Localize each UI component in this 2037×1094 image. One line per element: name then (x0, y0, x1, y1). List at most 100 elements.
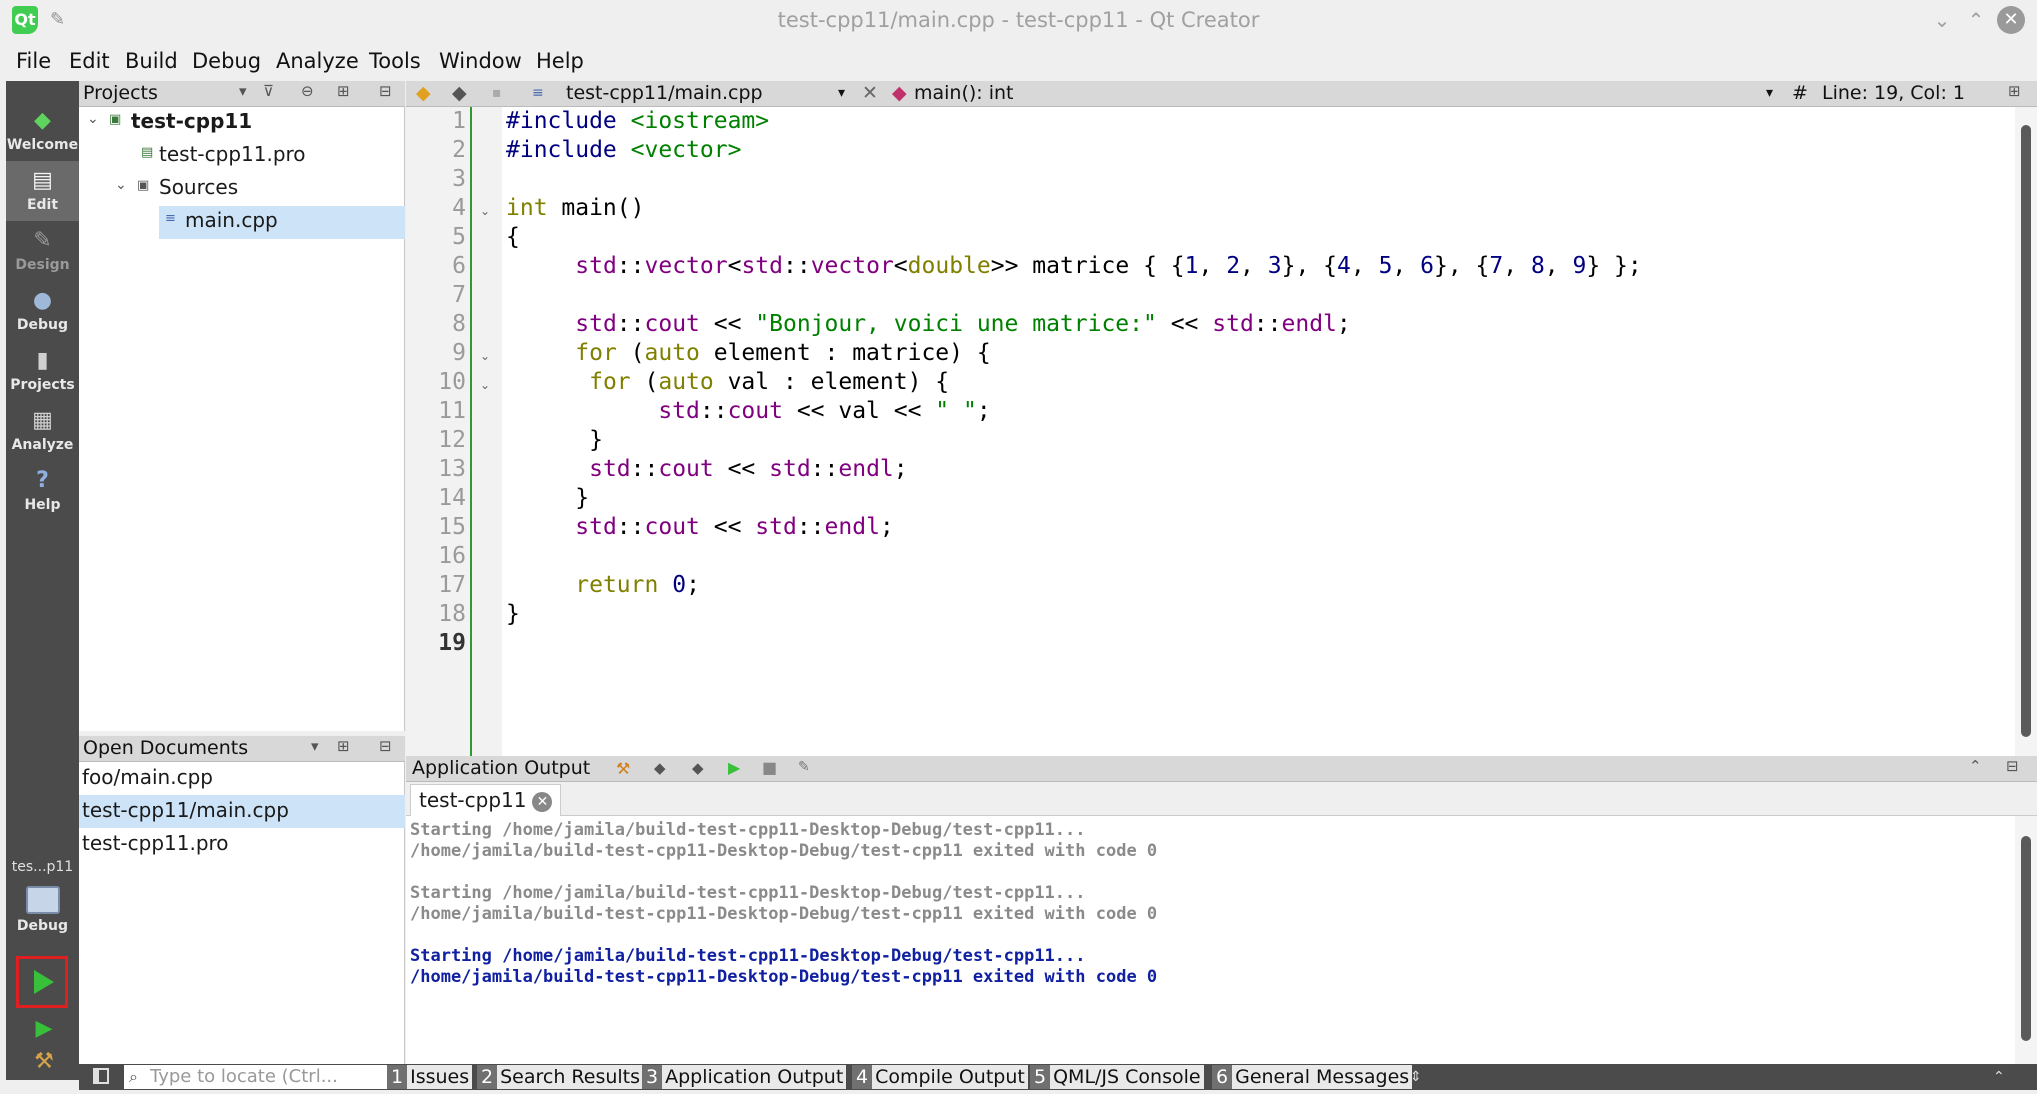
mode-welcome[interactable]: ◆ Welcome (6, 101, 79, 161)
code-line: for (auto val : element) { (589, 369, 950, 395)
tree-item-sources[interactable]: ⌄ ▣ Sources (79, 173, 405, 206)
mode-help[interactable]: ? Help (6, 461, 79, 521)
fold-toggle-icon[interactable]: ⌄ (480, 349, 490, 363)
document-name: test-cpp11/main.cpp (82, 798, 289, 822)
fold-toggle-icon[interactable]: ⌄ (480, 204, 490, 218)
pro-file-icon: ▤ (141, 145, 154, 160)
toggle-sidebar-icon[interactable] (93, 1068, 109, 1084)
maximize-pane-icon[interactable]: ⌃ (1969, 757, 1982, 775)
back-arrow-icon[interactable]: ◆ (416, 82, 431, 104)
maximize-icon[interactable]: ⌃ (1962, 6, 1990, 34)
mode-projects[interactable]: ▮ Projects (6, 341, 79, 401)
projects-pane-title[interactable]: Projects (83, 82, 158, 104)
pane-number: 4 (852, 1065, 873, 1089)
code-editor[interactable]: #include <iostream> #include <vector> in… (502, 107, 2015, 756)
file-combo[interactable]: test-cpp11/main.cpp (566, 82, 763, 104)
close-pane-icon[interactable]: ⊟ (2006, 757, 2019, 775)
output-tab[interactable]: test-cpp11 ✕ (410, 784, 562, 816)
menu-debug[interactable]: Debug (192, 49, 261, 73)
maximize-output-icon[interactable]: ⌃ (1993, 1065, 2005, 1089)
mode-analyze[interactable]: ▦ Analyze (6, 401, 79, 461)
clear-icon[interactable]: ✎ (798, 759, 810, 775)
chevron-down-icon[interactable]: ▾ (239, 82, 247, 100)
qml-js-console-button[interactable]: 5 QML/JS Console (1030, 1065, 1204, 1089)
close-document-icon[interactable]: ✕ (862, 82, 878, 104)
symbol-combo[interactable]: main(): int (914, 82, 1014, 104)
close-icon[interactable]: ✕ (1997, 6, 2025, 34)
open-document-item[interactable]: foo/main.cpp (79, 762, 405, 795)
start-debugging-button[interactable]: ▶ (26, 1016, 62, 1046)
line-number: 16 (438, 543, 466, 569)
code-line: std::cout << std::endl; (575, 514, 894, 540)
scrollbar-thumb[interactable] (2021, 125, 2031, 737)
minimize-icon[interactable]: ⌄ (1928, 6, 1956, 34)
build-config-label: Debug (16, 918, 69, 934)
chevron-down-icon[interactable]: ▾ (838, 85, 845, 101)
project-tree: ⌄ ▣ test-cpp11 ▤ test-cpp11.pro ⌄ ▣ Sour… (79, 107, 405, 731)
open-document-item[interactable]: test-cpp11/main.cpp (79, 795, 405, 828)
scrollbar-thumb[interactable] (2021, 836, 2031, 1041)
code-line: } (506, 601, 520, 627)
output-scrollbar[interactable] (2015, 816, 2037, 1064)
split-icon[interactable]: ⊞ (2008, 82, 2021, 100)
open-document-item[interactable]: test-cpp11.pro (79, 828, 405, 861)
split-icon[interactable]: ⊞ (337, 737, 350, 755)
menu-analyze[interactable]: Analyze (276, 49, 359, 73)
line-number-gutter: 1 2 3 4 5 6 7 8 9 10 11 12 13 14 15 16 1… (406, 107, 470, 756)
stop-icon[interactable]: ■ (762, 758, 777, 777)
application-output-button[interactable]: 3 Application Output (642, 1065, 847, 1089)
build-hammer-button[interactable]: ⚒ (26, 1049, 62, 1081)
more-panes-chevron-icon[interactable]: ⇕ (1410, 1065, 1422, 1089)
menu-edit[interactable]: Edit (69, 49, 110, 73)
chevron-down-icon[interactable]: ⌄ (87, 111, 99, 127)
tree-item-project[interactable]: ⌄ ▣ test-cpp11 (79, 107, 405, 140)
kit-name: tes...p11 (11, 859, 74, 875)
pane-number: 1 (387, 1065, 408, 1089)
tree-item-pro-file[interactable]: ▤ test-cpp11.pro (79, 140, 405, 173)
code-line: int main() (506, 195, 645, 221)
mode-design[interactable]: ✎ Design (6, 221, 79, 281)
menu-tools[interactable]: Tools (369, 49, 421, 73)
next-icon[interactable]: ◆ (692, 759, 704, 777)
issues-button[interactable]: 1 Issues (387, 1065, 473, 1089)
open-documents-header: Open Documents ▾ ⊞ ⊟ (79, 736, 405, 762)
chevron-down-icon[interactable]: ⌄ (115, 177, 127, 193)
link-icon[interactable]: ⊖ (301, 82, 314, 100)
output-line: Starting /home/jamila/build-test-cpp11-D… (410, 946, 1086, 966)
open-documents-title[interactable]: Open Documents (83, 737, 248, 759)
cursor-position[interactable]: Line: 19, Col: 1 (1822, 82, 1965, 104)
close-tab-icon[interactable]: ✕ (532, 791, 553, 812)
folder-icon: ▣ (137, 178, 150, 193)
menu-window[interactable]: Window (439, 49, 522, 73)
filter-icon[interactable]: ⊽ (263, 82, 274, 100)
document-name: test-cpp11.pro (82, 831, 229, 855)
forward-arrow-icon[interactable]: ◆ (452, 82, 467, 104)
attach-icon[interactable]: ⚒ (616, 759, 630, 778)
run-button[interactable] (16, 956, 68, 1008)
fold-toggle-icon[interactable]: ⌄ (480, 378, 490, 392)
prev-icon[interactable]: ◆ (654, 759, 666, 777)
title-bar: Qt ✎ test-cpp11/main.cpp - test-cpp11 - … (0, 0, 2037, 41)
mode-edit[interactable]: ▤ Edit (6, 161, 79, 221)
code-line: } (506, 485, 590, 511)
chevron-down-icon[interactable]: ▾ (1766, 85, 1773, 101)
compile-output-button[interactable]: 4 Compile Output (852, 1065, 1028, 1089)
search-results-button[interactable]: 2 Search Results (477, 1065, 644, 1089)
menu-help[interactable]: Help (536, 49, 584, 73)
tree-item-main-cpp[interactable]: ≡ main.cpp (159, 206, 405, 239)
kit-selector-button[interactable]: Debug (6, 884, 79, 944)
pane-number: 6 (1212, 1065, 1233, 1089)
code-line: for (auto element : matrice) { (575, 340, 991, 366)
menu-file[interactable]: File (16, 49, 51, 73)
general-messages-button[interactable]: 6 General Messages (1212, 1065, 1413, 1089)
document-name: foo/main.cpp (82, 765, 213, 789)
editor-scrollbar[interactable] (2015, 107, 2037, 756)
split-icon[interactable]: ⊞ (337, 82, 350, 100)
lock-icon: ▪ (492, 85, 502, 101)
mode-debug[interactable]: ● Debug (6, 281, 79, 341)
close-pane-icon[interactable]: ⊟ (379, 82, 392, 100)
close-pane-icon[interactable]: ⊟ (379, 737, 392, 755)
rerun-icon[interactable]: ▶ (728, 758, 740, 777)
menu-build[interactable]: Build (125, 49, 178, 73)
chevron-down-icon[interactable]: ▾ (311, 737, 319, 755)
